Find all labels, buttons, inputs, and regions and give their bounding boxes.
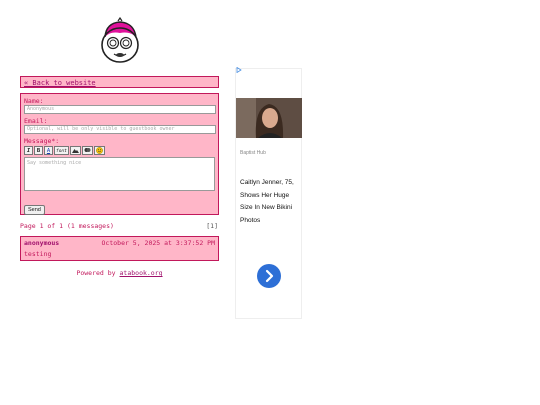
italic-button[interactable]: I xyxy=(24,146,33,155)
message-date: October 5, 2025 at 3:37:52 PM xyxy=(101,239,216,247)
powered-by: Powered by atabook.org xyxy=(20,269,219,277)
ad-choices-icon[interactable] xyxy=(236,67,242,73)
message-label: Message*: xyxy=(24,137,60,145)
ad-photo[interactable] xyxy=(236,98,302,138)
image-icon[interactable] xyxy=(69,146,81,155)
email-input[interactable]: Optional, will be only visible to guestb… xyxy=(24,125,216,134)
ad-title[interactable]: Caitlyn Jenner, 75, Shows Her Huge Size … xyxy=(240,177,302,227)
message-entry: anonymous October 5, 2025 at 3:37:52 PM … xyxy=(20,236,219,261)
ad-next-button[interactable] xyxy=(257,264,281,288)
bold-button[interactable]: B xyxy=(34,146,43,155)
formatting-toolbar: I B A font xyxy=(24,146,215,155)
send-button[interactable]: Send xyxy=(24,205,45,215)
powered-by-text: Powered by xyxy=(76,269,116,277)
atabook-link[interactable]: atabook.org xyxy=(120,269,163,277)
page-summary: Page 1 of 1 (1 messages) xyxy=(20,222,114,230)
back-to-website-link[interactable]: « Back to website xyxy=(24,79,96,87)
back-link-panel: « Back to website xyxy=(20,76,219,88)
font-button[interactable]: font xyxy=(54,146,69,155)
email-label: Email: xyxy=(24,117,48,125)
name-label: Name: xyxy=(24,97,44,105)
message-text: testing xyxy=(24,250,52,258)
page-link-1[interactable]: [1] xyxy=(206,222,218,230)
message-textarea[interactable]: Say something nice xyxy=(24,157,215,191)
guestbook-mascot-icon xyxy=(101,17,139,63)
name-input[interactable]: Anonymous xyxy=(24,105,216,114)
text-color-button[interactable]: A xyxy=(44,146,53,155)
pagination: Page 1 of 1 (1 messages) [1] xyxy=(20,222,219,230)
chevron-right-icon xyxy=(265,269,274,283)
message-author: anonymous xyxy=(24,239,60,247)
smiley-icon[interactable] xyxy=(93,146,105,155)
ad-source: Baptist Hub xyxy=(240,150,266,156)
guestbook-form: Name: Anonymous Email: Optional, will be… xyxy=(20,93,219,215)
link-icon[interactable] xyxy=(81,146,93,155)
